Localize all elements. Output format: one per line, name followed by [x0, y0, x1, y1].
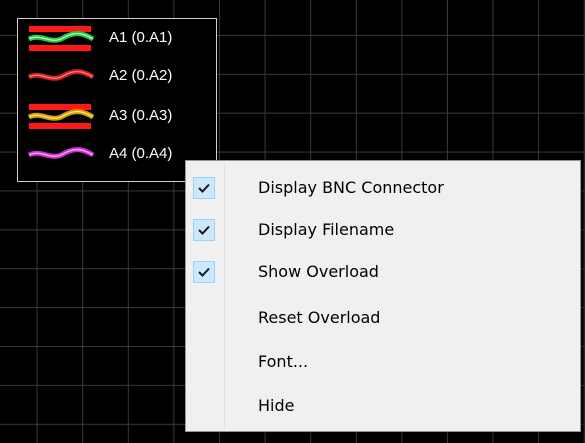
menu-item-label: Hide: [258, 396, 295, 415]
legend-item-a2: A2 (0.A2): [27, 61, 217, 91]
overload-bar-top: [29, 104, 91, 110]
menu-item-label: Reset Overload: [258, 308, 381, 327]
checkmark-icon: [193, 261, 215, 283]
menu-item-show-overload[interactable]: Show Overload: [188, 251, 578, 293]
menu-item-display-bnc-connector[interactable]: Display BNC Connector: [188, 167, 578, 209]
waveform-icon-a1: [27, 26, 95, 51]
overload-bar-top: [29, 26, 91, 32]
checkmark-icon: [193, 177, 215, 199]
menu-item-label: Display Filename: [258, 220, 395, 239]
legend-item-a3: A3 (0.A3): [27, 101, 217, 131]
waveform-icon-a4: [27, 147, 95, 159]
waveform-icon-a2: [27, 69, 95, 81]
overload-bar-bottom: [29, 45, 91, 51]
context-menu: Display BNC Connector Display Filename S…: [185, 160, 581, 432]
menu-item-hide[interactable]: Hide: [188, 385, 578, 427]
legend-item-a1: A1 (0.A1): [27, 23, 217, 53]
channel-legend[interactable]: A1 (0.A1) A2 (0.A2) A3 (0.A3) A4 (0.A4): [17, 18, 217, 182]
menu-item-display-filename[interactable]: Display Filename: [188, 209, 578, 251]
legend-label: A4 (0.A4): [109, 145, 173, 162]
checkmark-icon: [193, 219, 215, 241]
waveform-icon-a3: [27, 104, 95, 129]
menu-item-label: Font...: [258, 352, 309, 371]
menu-item-reset-overload[interactable]: Reset Overload: [188, 297, 578, 339]
overload-bar-bottom: [29, 123, 91, 129]
legend-label: A2 (0.A2): [109, 67, 173, 84]
legend-label: A3 (0.A3): [109, 107, 173, 124]
menu-item-label: Show Overload: [258, 262, 379, 281]
menu-item-font[interactable]: Font...: [188, 341, 578, 383]
menu-item-label: Display BNC Connector: [258, 178, 444, 197]
legend-label: A1 (0.A1): [109, 29, 173, 46]
